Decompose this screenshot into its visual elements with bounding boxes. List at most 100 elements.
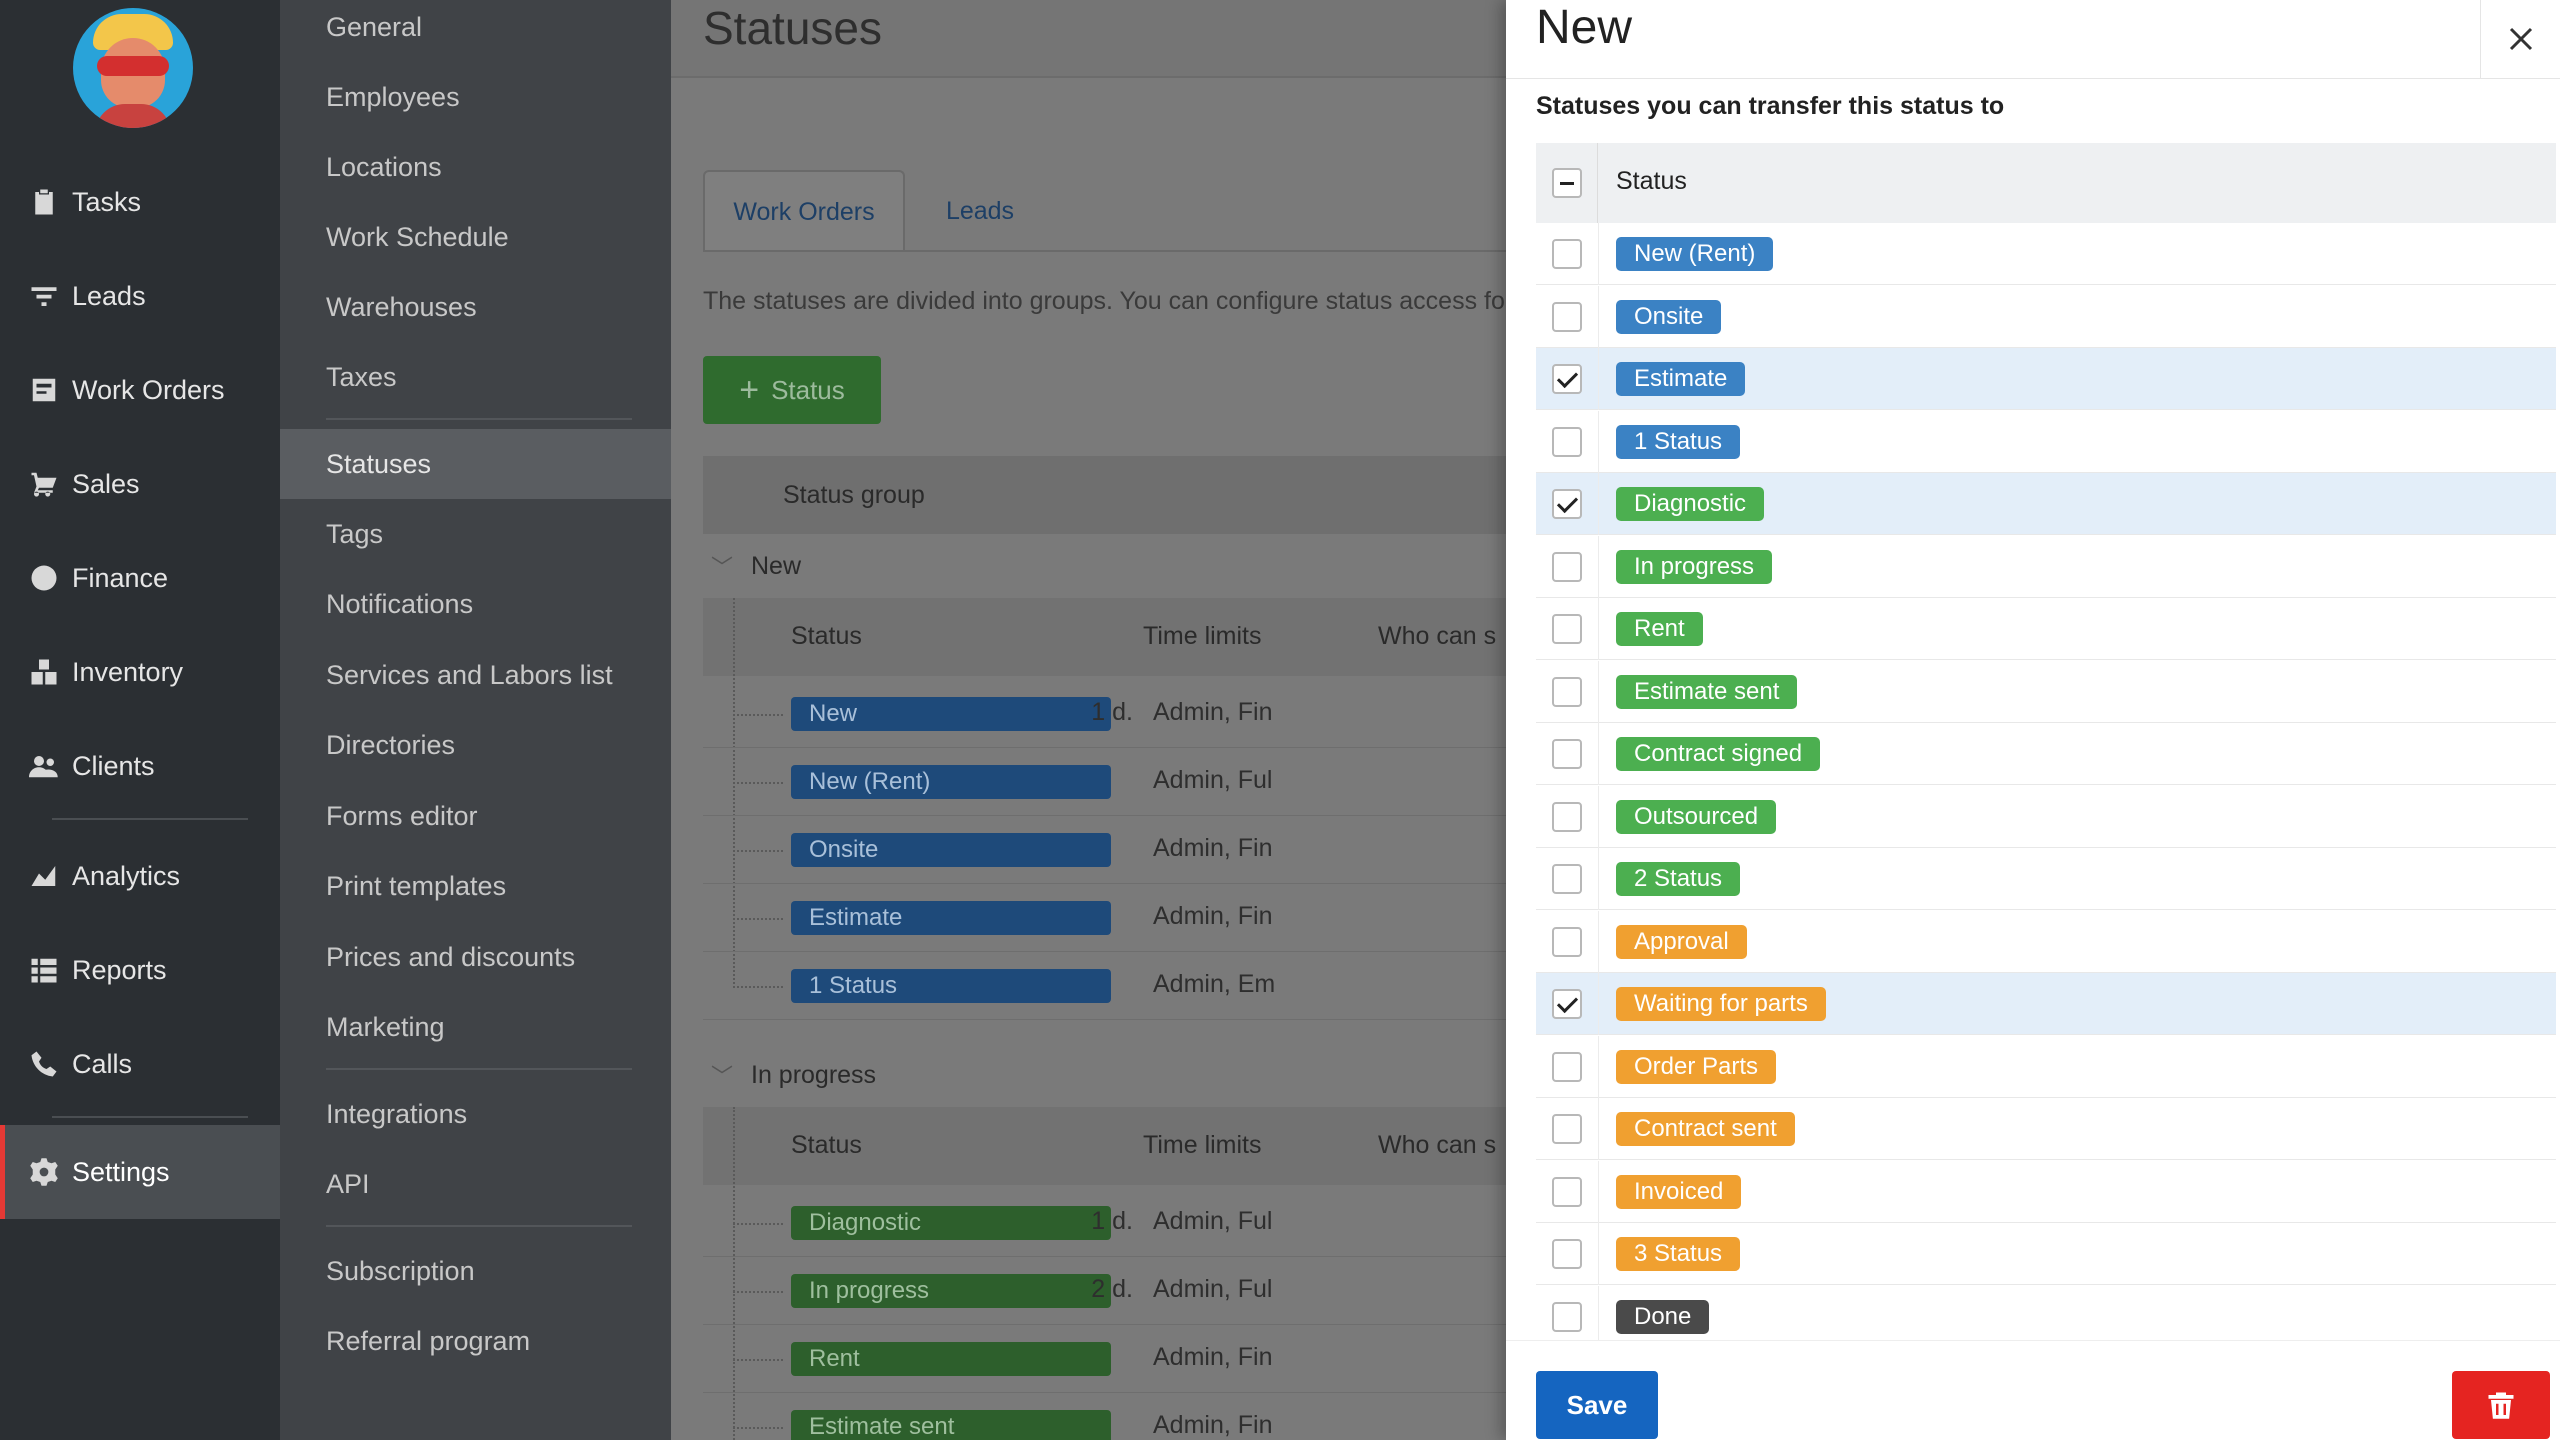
transfer-status-row[interactable]: Done xyxy=(1536,1285,2556,1348)
transfer-status-row[interactable]: Diagnostic xyxy=(1536,473,2556,535)
status-checkbox[interactable] xyxy=(1552,364,1582,394)
transfer-status-row[interactable]: Outsourced xyxy=(1536,785,2556,848)
plus-icon: + xyxy=(739,371,760,409)
status-checkbox[interactable] xyxy=(1552,489,1582,519)
transfer-status-row[interactable]: 1 Status xyxy=(1536,410,2556,473)
close-icon xyxy=(2509,27,2532,51)
status-badge: 1 Status xyxy=(1616,424,1741,459)
close-button[interactable] xyxy=(2480,0,2560,78)
gear-icon xyxy=(28,1156,60,1188)
nav-item-reports[interactable]: Reports xyxy=(0,923,280,1017)
transfer-status-row[interactable]: Order Parts xyxy=(1536,1035,2556,1098)
status-checkbox[interactable] xyxy=(1552,801,1582,832)
status-checkbox[interactable] xyxy=(1552,1051,1582,1082)
submenu-item-directories[interactable]: Directories xyxy=(280,710,671,780)
status-checkbox[interactable] xyxy=(1552,551,1582,582)
transfer-status-row[interactable]: 3 Status xyxy=(1536,1223,2556,1285)
nav-item-tasks[interactable]: Tasks xyxy=(0,155,280,249)
status-pill: Estimate sent xyxy=(791,1410,1111,1440)
status-checkbox[interactable] xyxy=(1552,614,1582,644)
transfer-status-row[interactable]: 2 Status xyxy=(1536,848,2556,910)
submenu-label: Tags xyxy=(326,518,384,549)
status-checkbox[interactable] xyxy=(1552,239,1582,269)
status-badge: Estimate xyxy=(1616,362,1746,396)
nav-item-clients[interactable]: Clients xyxy=(0,719,280,813)
status-row[interactable]: Onsite Admin, Fin xyxy=(703,816,1506,884)
transfer-status-row[interactable]: Contract signed xyxy=(1536,723,2556,785)
submenu-item-services[interactable]: Services and Labors list xyxy=(280,640,671,710)
status-row[interactable]: Estimate sent Admin, Fin xyxy=(703,1393,1506,1440)
status-checkbox[interactable] xyxy=(1552,301,1582,332)
submenu-item-employees[interactable]: Employees xyxy=(280,62,671,132)
chevron-down-icon[interactable]: ﹀ xyxy=(711,1059,751,1091)
nav-item-sales[interactable]: Sales xyxy=(0,437,280,531)
status-checkbox[interactable] xyxy=(1552,1176,1582,1207)
avatar[interactable] xyxy=(73,8,193,128)
status-row[interactable]: New (Rent) Admin, Ful xyxy=(703,748,1506,816)
transfer-status-row[interactable]: Estimate xyxy=(1536,348,2556,410)
submenu-item-print-templates[interactable]: Print templates xyxy=(280,851,671,921)
status-group-name: In progress xyxy=(751,1060,877,1089)
submenu-item-forms-editor[interactable]: Forms editor xyxy=(280,781,671,851)
status-checkbox[interactable] xyxy=(1552,926,1582,957)
transfer-status-row[interactable]: Waiting for parts xyxy=(1536,973,2556,1035)
status-checkbox[interactable] xyxy=(1552,1239,1582,1269)
submenu-item-integrations[interactable]: Integrations xyxy=(280,1079,671,1149)
tab-work-orders[interactable]: Work Orders xyxy=(703,170,905,252)
status-checkbox[interactable] xyxy=(1552,989,1582,1019)
status-group-row[interactable]: ﹀ New xyxy=(703,535,1506,597)
status-checkbox[interactable] xyxy=(1552,1301,1582,1332)
add-status-button[interactable]: + Status xyxy=(703,356,881,424)
transfer-subtitle: Statuses you can transfer this status to xyxy=(1536,92,2005,120)
nav-item-settings[interactable]: Settings xyxy=(0,1125,280,1219)
tab-leads[interactable]: Leads xyxy=(905,170,1055,252)
transfer-status-row[interactable]: Estimate sent xyxy=(1536,660,2556,723)
nav-item-calls[interactable]: Calls xyxy=(0,1017,280,1111)
chevron-down-icon[interactable]: ﹀ xyxy=(711,550,751,582)
save-button[interactable]: Save xyxy=(1536,1371,1658,1439)
nav-item-leads[interactable]: Leads xyxy=(0,249,280,343)
submenu-label: Forms editor xyxy=(326,800,478,831)
submenu-item-warehouses[interactable]: Warehouses xyxy=(280,272,671,342)
status-checkbox[interactable] xyxy=(1552,676,1582,707)
nav-item-work-orders[interactable]: Work Orders xyxy=(0,343,280,437)
transfer-status-row[interactable]: Rent xyxy=(1536,598,2556,660)
status-checkbox[interactable] xyxy=(1552,739,1582,769)
submenu-item-tags[interactable]: Tags xyxy=(280,499,671,569)
submenu-item-referral[interactable]: Referral program xyxy=(280,1306,671,1376)
nav-item-analytics[interactable]: Analytics xyxy=(0,829,280,923)
transfer-status-row[interactable]: Invoiced xyxy=(1536,1160,2556,1223)
submenu-item-notifications[interactable]: Notifications xyxy=(280,569,671,639)
status-row[interactable]: New 1 d. Admin, Fin xyxy=(703,680,1506,748)
status-row[interactable]: In progress 2 d. Admin, Ful xyxy=(703,1257,1506,1325)
submenu-item-statuses[interactable]: Statuses xyxy=(280,429,671,499)
submenu-item-subscription[interactable]: Subscription xyxy=(280,1236,671,1306)
submenu-item-work-schedule[interactable]: Work Schedule xyxy=(280,202,671,272)
submenu-label: Referral program xyxy=(326,1325,531,1356)
transfer-status-row[interactable]: Approval xyxy=(1536,910,2556,973)
transfer-status-row[interactable]: In progress xyxy=(1536,535,2556,598)
submenu-label: Integrations xyxy=(326,1098,468,1129)
delete-button[interactable] xyxy=(2452,1371,2550,1439)
transfer-status-row[interactable]: New (Rent) xyxy=(1536,223,2556,285)
status-row[interactable]: Rent Admin, Fin xyxy=(703,1325,1506,1393)
submenu-item-prices[interactable]: Prices and discounts xyxy=(280,922,671,992)
submenu-item-general[interactable]: General xyxy=(280,0,671,62)
submenu-item-api[interactable]: API xyxy=(280,1149,671,1219)
status-group-row[interactable]: ﹀ In progress xyxy=(703,1044,1506,1106)
submenu-item-taxes[interactable]: Taxes xyxy=(280,342,671,412)
status-row[interactable]: Diagnostic 1 d. Admin, Ful xyxy=(703,1189,1506,1257)
transfer-status-row[interactable]: Contract sent xyxy=(1536,1098,2556,1160)
transfer-status-row[interactable]: Onsite xyxy=(1536,285,2556,348)
nav-item-finance[interactable]: Finance xyxy=(0,531,280,625)
status-badge: Waiting for parts xyxy=(1616,987,1826,1021)
select-all-checkbox[interactable] xyxy=(1552,168,1582,198)
status-checkbox[interactable] xyxy=(1552,1114,1582,1144)
submenu-item-marketing[interactable]: Marketing xyxy=(280,992,671,1062)
status-row[interactable]: Estimate Admin, Fin xyxy=(703,884,1506,952)
submenu-item-locations[interactable]: Locations xyxy=(280,132,671,202)
nav-item-inventory[interactable]: Inventory xyxy=(0,625,280,719)
status-row[interactable]: 1 Status Admin, Em xyxy=(703,952,1506,1020)
status-checkbox[interactable] xyxy=(1552,426,1582,457)
status-checkbox[interactable] xyxy=(1552,864,1582,894)
